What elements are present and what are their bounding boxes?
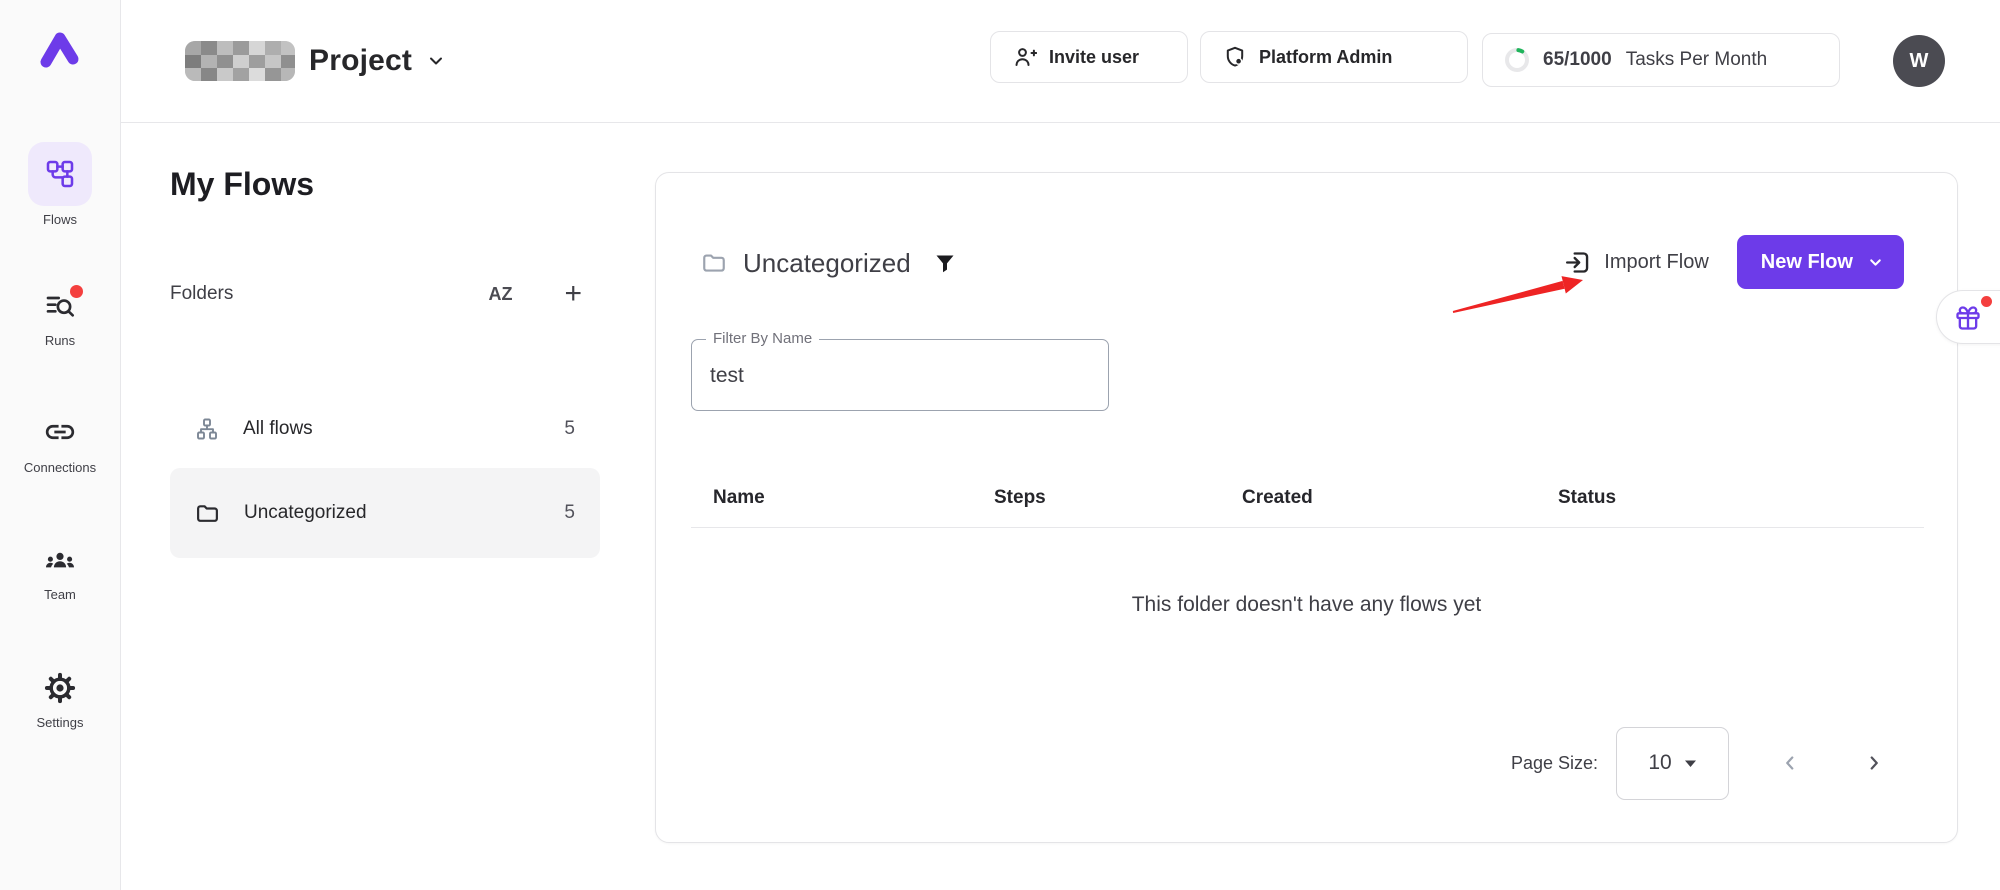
sort-az-icon[interactable]: AZ xyxy=(488,284,512,305)
tasks-usage-value: 65/1000 xyxy=(1543,49,1612,71)
gift-icon xyxy=(1954,304,1982,332)
folder-item-count: 5 xyxy=(564,502,575,524)
empty-state-message: This folder doesn't have any flows yet xyxy=(656,593,1957,617)
sidebar-label-flows: Flows xyxy=(0,212,120,227)
card-title: Uncategorized xyxy=(743,248,911,279)
chevron-left-icon xyxy=(1779,752,1801,774)
sidebar-item-flows[interactable]: Flows xyxy=(0,142,120,227)
page-size-select[interactable]: 10 xyxy=(1616,727,1729,800)
page-title: My Flows xyxy=(170,166,314,203)
sidebar-label-runs: Runs xyxy=(0,333,120,348)
sidebar-item-connections[interactable]: Connections xyxy=(0,415,120,475)
select-caret-icon xyxy=(1684,759,1697,768)
activepieces-logo-icon xyxy=(36,26,84,74)
folder-icon xyxy=(701,250,727,276)
import-flow-label: Import Flow xyxy=(1604,251,1708,274)
tasks-usage-box: 65/1000 Tasks Per Month xyxy=(1482,33,1840,87)
column-header-status: Status xyxy=(1558,487,1924,509)
app-root: Flows Runs Connections xyxy=(0,0,2000,890)
hierarchy-icon xyxy=(195,417,219,441)
chevron-down-icon xyxy=(1867,254,1884,271)
previous-page-button[interactable] xyxy=(1779,752,1801,774)
chevron-right-icon xyxy=(1863,752,1885,774)
folders-panel-header: Folders AZ + xyxy=(170,278,600,310)
top-header: Project Invite user Platform Admin xyxy=(121,0,2000,123)
sidebar-label-team: Team xyxy=(0,587,120,602)
card-header-left: Uncategorized xyxy=(701,235,957,291)
flows-card: Uncategorized Import Flow New xyxy=(655,172,1958,843)
chevron-down-icon xyxy=(426,51,446,71)
new-flow-button[interactable]: New Flow xyxy=(1737,235,1904,289)
team-people-icon xyxy=(44,544,76,576)
tasks-progress-ring-icon xyxy=(1503,46,1531,74)
sidebar-item-runs[interactable]: Runs xyxy=(0,290,120,348)
workflow-icon xyxy=(44,158,76,190)
column-header-name: Name xyxy=(713,487,994,509)
sidebar-label-settings: Settings xyxy=(0,715,120,730)
folder-item-uncategorized[interactable]: Uncategorized 5 xyxy=(170,468,600,558)
sidebar-label-connections: Connections xyxy=(0,460,120,475)
folder-item-all-flows[interactable]: All flows 5 xyxy=(170,398,600,460)
folder-item-count: 5 xyxy=(564,418,575,440)
filter-by-name-input[interactable] xyxy=(696,344,1106,408)
import-icon xyxy=(1564,249,1591,276)
flows-table-header: Name Steps Created Status xyxy=(691,469,1924,528)
sidebar: Flows Runs Connections xyxy=(0,0,121,890)
invite-user-button[interactable]: Invite user xyxy=(990,31,1188,83)
whats-new-button[interactable] xyxy=(1936,290,2000,344)
sidebar-item-settings[interactable]: Settings xyxy=(0,672,120,730)
card-header-right: Import Flow New Flow xyxy=(1564,234,1904,290)
shield-icon xyxy=(1223,45,1247,69)
folder-icon xyxy=(195,501,220,526)
gear-icon xyxy=(44,672,76,704)
user-plus-icon xyxy=(1013,45,1037,69)
project-switcher[interactable]: Project xyxy=(185,0,446,122)
folder-item-label: Uncategorized xyxy=(244,502,564,524)
app-logo[interactable] xyxy=(0,26,120,79)
invite-user-label: Invite user xyxy=(1049,47,1139,68)
page-size-value: 10 xyxy=(1648,751,1671,775)
next-page-button[interactable] xyxy=(1863,752,1885,774)
folders-title: Folders xyxy=(170,283,488,305)
pagination: Page Size: 10 xyxy=(1511,724,1885,802)
import-flow-button[interactable]: Import Flow xyxy=(1564,249,1708,276)
runs-notification-dot xyxy=(70,285,83,298)
platform-admin-label: Platform Admin xyxy=(1259,47,1392,68)
project-label: Project xyxy=(309,44,412,78)
page-size-label: Page Size: xyxy=(1511,753,1598,774)
column-header-steps: Steps xyxy=(994,487,1242,509)
column-header-created: Created xyxy=(1242,487,1558,509)
project-name-redacted xyxy=(185,41,295,81)
sidebar-item-team[interactable]: Team xyxy=(0,544,120,602)
filter-by-name-field: Filter By Name xyxy=(691,339,1109,411)
folder-item-label: All flows xyxy=(243,418,564,440)
avatar-initial: W xyxy=(1910,50,1929,73)
filter-funnel-icon[interactable] xyxy=(933,251,957,275)
link-icon xyxy=(43,415,77,449)
platform-admin-button[interactable]: Platform Admin xyxy=(1200,31,1468,83)
add-folder-button[interactable]: + xyxy=(564,281,582,307)
user-avatar[interactable]: W xyxy=(1893,35,1945,87)
gift-notification-dot xyxy=(1981,296,1992,307)
tasks-usage-label: Tasks Per Month xyxy=(1626,49,1768,71)
new-flow-label: New Flow xyxy=(1761,251,1853,274)
